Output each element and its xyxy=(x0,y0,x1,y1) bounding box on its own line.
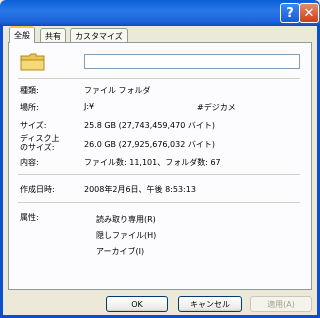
ok-button[interactable]: OK xyxy=(106,296,168,312)
created-value: 2008年2月6日、午後 8:53:13 xyxy=(84,185,196,194)
folder-icon xyxy=(20,53,45,71)
separator xyxy=(18,78,300,79)
tab-sharing[interactable]: 共有 xyxy=(40,28,66,43)
separator xyxy=(18,202,300,203)
cancel-button[interactable]: キャンセル xyxy=(178,296,242,312)
contents-value: ファイル数: 11,101、フォルダ数: 67 xyxy=(84,158,221,167)
type-label: 種類: xyxy=(20,86,39,95)
folder-name-input[interactable] xyxy=(84,54,300,69)
archive-checkbox-label[interactable]: アーカイブ(I) xyxy=(96,246,144,257)
contents-label: 内容: xyxy=(20,158,39,167)
help-button[interactable]: ? xyxy=(280,3,300,23)
size-on-disk-value: 26.0 GB (27,925,676,032 バイト) xyxy=(84,140,215,149)
size-label: サイズ: xyxy=(20,121,47,130)
type-value: ファイル フォルダ xyxy=(84,86,151,95)
tab-customize[interactable]: カスタマイズ xyxy=(70,28,128,43)
attributes-label: 属性: xyxy=(20,213,39,222)
created-label: 作成日時: xyxy=(20,185,55,194)
location-value: J:¥ xyxy=(84,102,95,111)
close-button[interactable]: ✕ xyxy=(299,3,319,23)
apply-button[interactable]: 適用(A) xyxy=(250,296,312,312)
location-label: 場所: xyxy=(20,103,39,112)
readonly-checkbox-label[interactable]: 読み取り専用(R) xyxy=(96,214,156,225)
tab-general[interactable]: 全般 xyxy=(9,26,35,43)
size-value: 25.8 GB (27,743,459,470 バイト) xyxy=(84,121,215,130)
hidden-checkbox-label[interactable]: 隠しファイル(H) xyxy=(96,230,156,241)
location-folder-value: #デジカメ xyxy=(197,103,236,112)
separator xyxy=(18,174,300,175)
size-on-disk-label: ディスク上 のサイズ: xyxy=(20,134,60,152)
title-bar: ? ✕ xyxy=(0,0,320,26)
